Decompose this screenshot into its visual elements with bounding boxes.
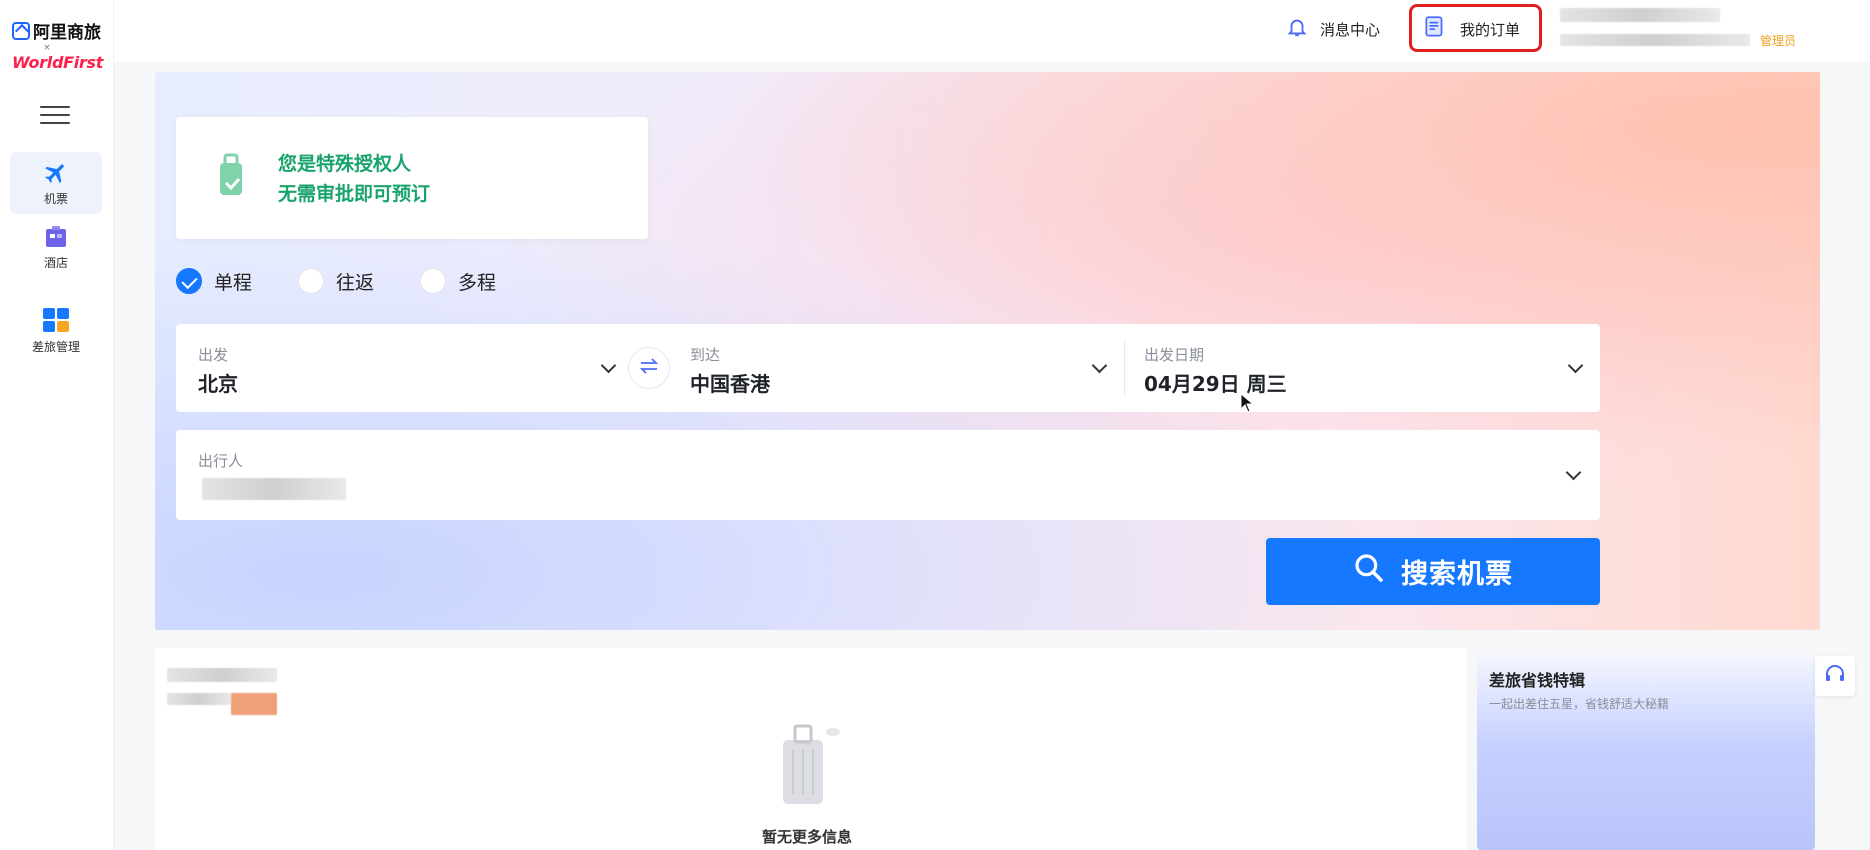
travel-savings-promo-card[interactable]: 差旅省钱特辑 一起出差住五星，省钱舒适大秘籍 [1477,655,1815,850]
section-title-redacted [167,668,277,682]
departure-label: 出发 [198,346,229,364]
date-value: 04月29日 周三 [1144,372,1287,396]
date-label: 出发日期 [1144,346,1205,364]
menu-toggle-icon[interactable] [40,106,70,126]
search-flights-button[interactable]: 搜索机票 [1266,538,1600,605]
sidebar-item-flights[interactable]: 机票 [10,152,102,214]
arrival-label: 到达 [690,346,721,364]
sidebar-item-label: 酒店 [43,255,68,270]
search-icon [1353,552,1385,591]
trip-type-selector: 单程 往返 多程 [176,266,542,296]
message-center-label: 消息中心 [1320,20,1381,39]
swap-cities-button[interactable] [628,347,670,389]
promo-title: 差旅省钱特辑 [1489,671,1586,690]
sidebar-item-label: 差旅管理 [31,339,80,354]
grid-icon [42,307,70,334]
chevron-down-icon [1567,357,1584,374]
departure-value: 北京 [198,372,238,396]
brand-logo[interactable]: 阿里商旅 × WorldFirst [12,18,108,72]
radio-unchecked-icon[interactable] [420,268,447,294]
brand-name: 阿里商旅 [33,23,101,43]
trip-type-multi-city[interactable]: 多程 [420,268,496,295]
authorization-notice-card: 您是特殊授权人 无需审批即可预订 [176,117,648,239]
trip-type-label: 多程 [458,271,497,294]
user-name-redacted [1560,8,1720,22]
mouse-pointer-icon [1240,392,1255,413]
search-button-label: 搜索机票 [1401,559,1513,590]
flight-search-form: 出发 北京 到达 中国香港 出发日期 04月29日 周三 [176,324,1600,412]
traveler-name-redacted [202,478,346,500]
swap-arrows-icon [638,358,660,378]
sidebar: 阿里商旅 × WorldFirst 机票 酒店 差旅管理 [0,0,114,850]
airplane-icon [42,160,70,186]
upcoming-trips-panel: 暂无更多信息 [155,648,1467,850]
document-list-icon [1422,14,1448,44]
headset-icon [1823,662,1847,690]
sidebar-item-travel-management[interactable]: 差旅管理 [10,300,102,362]
traveler-field[interactable]: 出行人 [176,430,1600,520]
empty-luggage-icon [775,722,841,810]
luggage-check-icon [212,153,248,199]
trip-type-one-way[interactable]: 单程 [176,268,252,295]
sidebar-item-hotels[interactable]: 酒店 [10,216,102,278]
auth-notice-line2: 无需审批即可预订 [278,183,431,205]
traveler-label: 出行人 [198,452,244,470]
arrival-value: 中国香港 [690,372,770,396]
chevron-down-icon [600,357,617,374]
empty-state-text: 暂无更多信息 [762,828,853,846]
hotel-icon [42,224,70,250]
sidebar-item-label: 机票 [43,191,68,206]
trip-type-label: 往返 [336,271,375,294]
partner-name: WorldFirst [12,53,104,72]
trip-type-label: 单程 [214,271,253,294]
departure-city-field[interactable]: 出发 北京 [176,324,626,412]
arrival-city-field[interactable]: 到达 中国香港 [676,324,1116,412]
section-tag-redacted [231,693,277,715]
admin-badge: 管理员 [1760,34,1797,48]
my-orders-label: 我的订单 [1460,20,1521,39]
radio-unchecked-icon[interactable] [298,268,325,294]
radio-checked-icon[interactable] [176,268,202,294]
company-name-redacted [1560,34,1750,46]
field-divider [1124,340,1125,396]
bell-icon [1286,16,1308,42]
auth-notice-line1: 您是特殊授权人 [278,153,412,175]
chevron-down-icon [1091,357,1108,374]
alibaba-business-travel-logo-icon [12,21,30,40]
chevron-down-icon [1565,464,1582,481]
trip-type-round-trip[interactable]: 往返 [298,268,374,295]
section-subtitle-redacted [167,693,231,705]
brand-separator: × [43,43,51,53]
message-center-link[interactable]: 消息中心 [1286,14,1380,44]
promo-subtitle: 一起出差住五星，省钱舒适大秘籍 [1489,697,1670,711]
departure-date-field[interactable]: 出发日期 04月29日 周三 [1126,324,1600,412]
my-orders-link[interactable]: 我的订单 [1422,14,1520,44]
customer-service-button[interactable] [1815,656,1855,696]
